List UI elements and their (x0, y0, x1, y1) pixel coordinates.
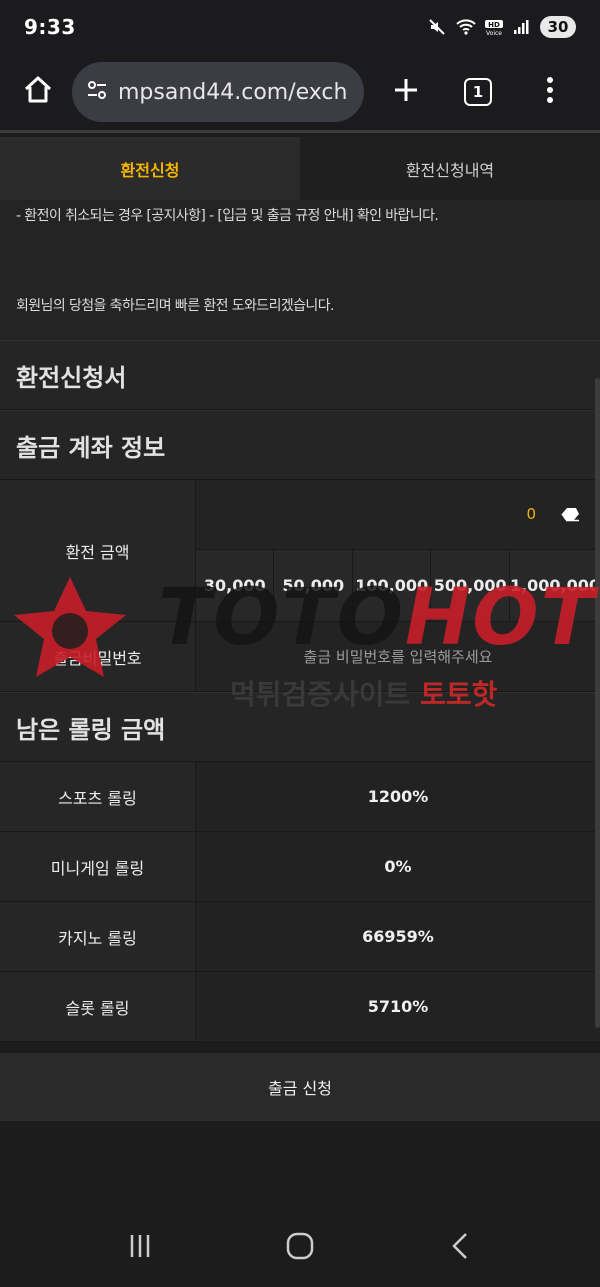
rolling-row-casino: 카지노 롤링 66959% (0, 902, 600, 972)
svg-text:HD: HD (488, 21, 500, 29)
rolling-row-slot: 슬롯 롤링 5710% (0, 972, 600, 1042)
withdraw-submit-button[interactable]: 출금 신청 (0, 1053, 600, 1121)
quick-amount-50000-button[interactable]: 50,000 (274, 549, 353, 621)
tab-switcher-button[interactable]: 1 (454, 68, 502, 116)
status-icons: HD Voice 30 (428, 16, 576, 38)
recent-apps-button[interactable] (110, 1218, 170, 1278)
password-input[interactable] (196, 622, 600, 691)
notice-line-cancel: - 환전이 취소되는 경우 [공지사항] - [입금 및 출금 규정 안내] 확… (16, 208, 439, 224)
rolling-label: 카지노 롤링 (0, 902, 196, 971)
battery-indicator: 30 (540, 16, 576, 38)
amount-row: 환전 금액 0 30,000 50,000 100,000 500,000 1,… (0, 480, 600, 622)
site-settings-icon[interactable] (86, 79, 108, 105)
back-chevron-icon (450, 1232, 470, 1264)
quick-amount-100000-button[interactable]: 100,000 (352, 549, 432, 621)
rolling-value: 0% (196, 832, 600, 901)
rolling-value: 66959% (196, 902, 600, 971)
home-button[interactable] (14, 68, 62, 116)
mute-icon (428, 18, 446, 36)
exchange-tabs: 환전신청 환전신청내역 (0, 133, 600, 200)
signal-icon (512, 18, 530, 36)
tabs-icon: 1 (464, 78, 492, 106)
rolling-value: 1200% (196, 762, 600, 831)
page-scrollbar[interactable] (595, 378, 600, 1028)
tab-exchange-history[interactable]: 환전신청내역 (300, 137, 600, 200)
quick-amount-buttons: 30,000 50,000 100,000 500,000 1,000,000 (196, 549, 600, 621)
back-nav-button[interactable] (430, 1218, 490, 1278)
home-icon (22, 74, 54, 110)
notice-line-congrats: 회원님의 당첨을 축하드리며 빠른 환전 도와드리겠습니다. (16, 298, 334, 314)
amount-controls: 0 30,000 50,000 100,000 500,000 1,000,00… (196, 480, 600, 621)
more-icon (546, 76, 554, 108)
notice-box: - 환전이 취소되는 경우 [공지사항] - [입금 및 출금 규정 안내] 확… (0, 200, 600, 340)
amount-value: 0 (526, 505, 536, 524)
status-bar: 9:33 HD Voice 30 (0, 0, 600, 54)
quick-amount-500000-button[interactable]: 500,000 (431, 549, 510, 621)
quick-amount-1000000-button[interactable]: 1,000,000 (509, 549, 600, 621)
clock: 9:33 (24, 15, 76, 39)
recent-apps-icon (127, 1233, 153, 1263)
rolling-label: 스포츠 롤링 (0, 762, 196, 831)
rolling-value: 5710% (196, 972, 600, 1041)
wifi-icon (456, 18, 476, 36)
tab-exchange-request[interactable]: 환전신청 (0, 137, 300, 200)
browser-toolbar: mpsand44.com/exch 1 (0, 54, 600, 130)
address-bar[interactable]: mpsand44.com/exch (72, 62, 364, 122)
password-row: 출금비밀번호 (0, 622, 600, 692)
form-title: 환전신청서 (0, 340, 600, 410)
home-nav-button[interactable] (270, 1218, 330, 1278)
url-text: mpsand44.com/exch (118, 79, 348, 105)
plus-icon (392, 76, 420, 108)
more-menu-button[interactable] (526, 68, 574, 116)
eraser-icon[interactable] (558, 504, 582, 524)
amount-display: 0 (196, 480, 600, 550)
system-nav-bar (0, 1208, 600, 1287)
account-info-title: 출금 계좌 정보 (0, 410, 600, 480)
web-page: 환전신청 환전신청내역 - 환전이 취소되는 경우 [공지사항] - [입금 및… (0, 133, 600, 1208)
rolling-title: 남은 롤링 금액 (0, 692, 600, 762)
amount-label: 환전 금액 (0, 480, 196, 621)
hd-voice-icon: HD Voice (484, 18, 503, 37)
home-circle-icon (286, 1232, 314, 1264)
rolling-row-sports: 스포츠 롤링 1200% (0, 762, 600, 832)
new-tab-button[interactable] (382, 68, 430, 116)
rolling-row-minigame: 미니게임 롤링 0% (0, 832, 600, 902)
password-label: 출금비밀번호 (0, 622, 196, 691)
rolling-label: 미니게임 롤링 (0, 832, 196, 901)
quick-amount-30000-button[interactable]: 30,000 (196, 549, 275, 621)
svg-text:Voice: Voice (486, 30, 502, 36)
rolling-label: 슬롯 롤링 (0, 972, 196, 1041)
